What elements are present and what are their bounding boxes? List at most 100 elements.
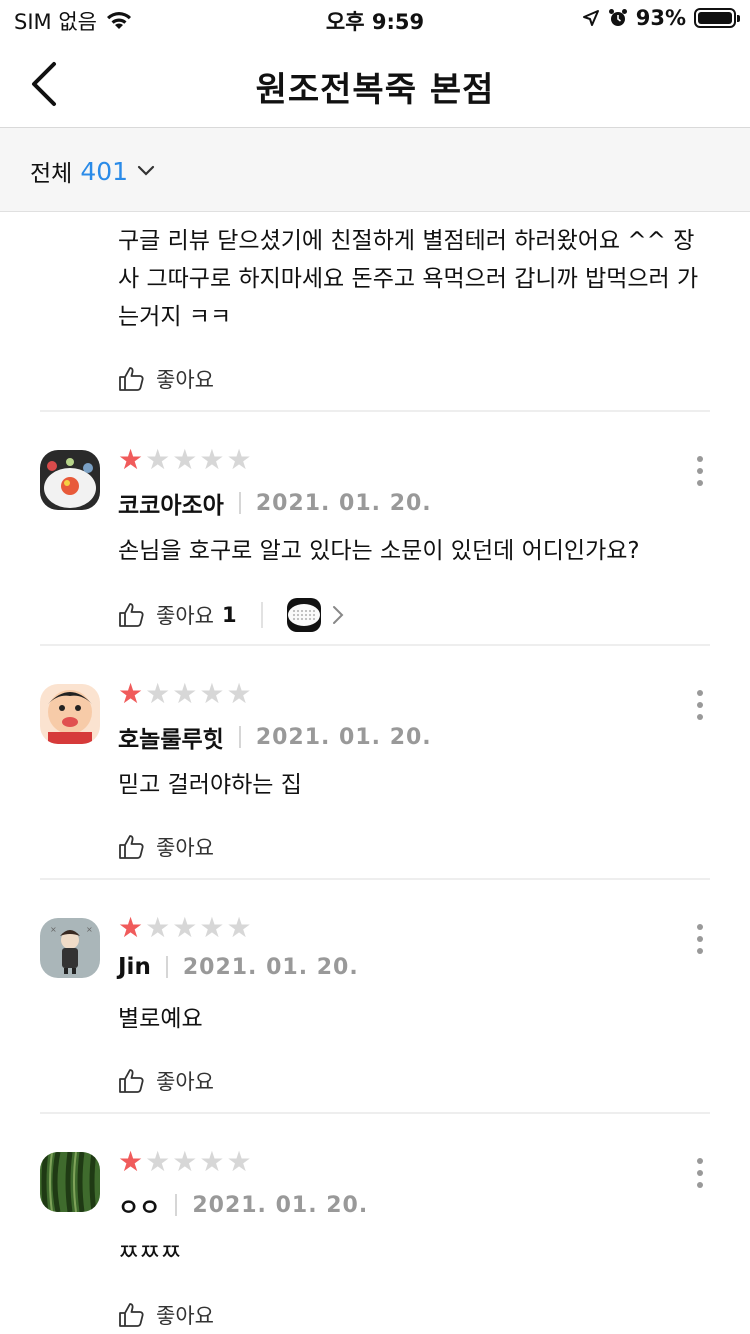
review-text: ㅉㅉㅉ xyxy=(118,1240,182,1266)
divider xyxy=(40,644,710,646)
star-empty-icon: ★ xyxy=(226,677,252,710)
star-empty-icon: ★ xyxy=(199,1145,225,1178)
avatar: × × xyxy=(40,918,100,978)
status-bar: SIM 없음 오후 9:59 93% xyxy=(0,0,750,40)
like-button[interactable]: 좋아요 xyxy=(118,1066,214,1096)
avatar xyxy=(40,684,100,744)
dot xyxy=(697,480,703,486)
star-empty-icon: ★ xyxy=(226,1145,252,1178)
like-label: 좋아요 xyxy=(156,368,214,392)
star-empty-icon: ★ xyxy=(226,443,252,476)
star-rating: ★ ★ ★ ★ ★ xyxy=(118,914,252,942)
like-label: 좋아요 xyxy=(156,1070,214,1094)
star-filled-icon: ★ xyxy=(118,911,144,944)
like-button[interactable]: 좋아요 xyxy=(118,364,214,394)
more-options-button[interactable] xyxy=(690,690,710,720)
dot xyxy=(697,456,703,462)
review-card: ★ ★ ★ ★ ★ ㅇㅇ 2021. 01. 20. ㅉㅉㅉ 좋아요 xyxy=(40,1148,710,1334)
like-count: 1 xyxy=(221,603,237,627)
star-empty-icon: ★ xyxy=(172,443,198,476)
star-empty-icon: ★ xyxy=(226,911,252,944)
review-text: 별로예요 xyxy=(118,1006,203,1032)
review-date: 2021. 01. 20. xyxy=(255,490,432,516)
dot xyxy=(697,924,703,930)
svg-text:×: × xyxy=(86,925,93,934)
star-empty-icon: ★ xyxy=(172,911,198,944)
nav-bar: 원조전복죽 본점 xyxy=(0,40,750,128)
star-empty-icon: ★ xyxy=(199,443,225,476)
star-empty-icon: ★ xyxy=(199,911,225,944)
review-meta: Jin 2021. 01. 20. xyxy=(118,954,359,980)
review-meta: 호놀룰루힛 2021. 01. 20. xyxy=(118,720,432,754)
thumbs-up-icon xyxy=(119,367,144,391)
reviewer-name[interactable]: ㅇㅇ xyxy=(118,1188,160,1222)
review-date: 2021. 01. 20. xyxy=(192,1192,369,1218)
location-arrow-icon xyxy=(582,10,599,26)
more-options-button[interactable] xyxy=(690,1158,710,1188)
star-empty-icon: ★ xyxy=(172,677,198,710)
like-button[interactable]: 좋아요 xyxy=(118,1300,214,1330)
star-empty-icon: ★ xyxy=(145,677,171,710)
like-label: 좋아요 xyxy=(156,604,214,628)
star-rating: ★ ★ ★ ★ ★ xyxy=(118,446,252,474)
reviewer-name[interactable]: Jin xyxy=(118,954,151,980)
review-text: 믿고 걸러야하는 집 xyxy=(118,772,302,798)
review-meta: 코코아조아 2021. 01. 20. xyxy=(118,486,432,520)
star-empty-icon: ★ xyxy=(145,443,171,476)
more-options-button[interactable] xyxy=(690,924,710,954)
avatar xyxy=(40,1152,100,1212)
svg-text:×: × xyxy=(50,925,57,934)
filter-label: 전체 xyxy=(30,161,73,187)
review-card: ★ ★ ★ ★ ★ 코코아조아 2021. 01. 20. 손님을 호구로 알고… xyxy=(40,446,710,636)
star-empty-icon: ★ xyxy=(145,1145,171,1178)
reviewer-name[interactable]: 호놀룰루힛 xyxy=(118,720,224,754)
review-card: ★ ★ ★ ★ ★ 호놀룰루힛 2021. 01. 20. 믿고 걸러야하는 집… xyxy=(40,680,710,870)
meta-separator xyxy=(238,726,241,748)
filter-bar: 전체 401 xyxy=(0,128,750,212)
status-right: 93% xyxy=(582,6,740,30)
chevron-down-icon xyxy=(137,165,155,176)
alarm-icon xyxy=(608,9,627,26)
dot xyxy=(697,1182,703,1188)
thumbs-up-icon xyxy=(119,603,144,627)
star-rating: ★ ★ ★ ★ ★ xyxy=(118,1148,252,1176)
filter-count: 401 xyxy=(80,156,129,186)
like-separator xyxy=(260,602,263,628)
review-card: × × ★ ★ ★ ★ ★ Jin 2021. 01. 20. 별로예요 좋아요 xyxy=(40,914,710,1104)
thumbs-up-icon xyxy=(119,1069,144,1093)
battery-icon xyxy=(694,8,740,28)
dot xyxy=(697,936,703,942)
divider xyxy=(40,1112,710,1114)
star-filled-icon: ★ xyxy=(118,443,144,476)
divider xyxy=(40,878,710,880)
like-button[interactable]: 좋아요 xyxy=(118,832,214,862)
like-button[interactable]: 좋아요 1 xyxy=(118,598,345,632)
review-date: 2021. 01. 20. xyxy=(255,724,432,750)
dot xyxy=(697,948,703,954)
dot xyxy=(697,1158,703,1164)
star-empty-icon: ★ xyxy=(145,911,171,944)
divider xyxy=(40,410,710,412)
dot xyxy=(697,702,703,708)
star-filled-icon: ★ xyxy=(118,1145,144,1178)
review-meta: ㅇㅇ 2021. 01. 20. xyxy=(118,1188,368,1222)
meta-separator xyxy=(238,492,241,514)
star-empty-icon: ★ xyxy=(199,677,225,710)
review-filter-dropdown[interactable]: 전체 401 xyxy=(30,154,156,188)
star-filled-icon: ★ xyxy=(118,677,144,710)
avatar xyxy=(40,450,100,510)
chevron-right-icon[interactable] xyxy=(331,604,345,626)
review-text: 손님을 호구로 알고 있다는 소문이 있던데 어디인가요? xyxy=(118,538,640,564)
thumbs-up-icon xyxy=(119,1303,144,1327)
liker-avatar[interactable] xyxy=(286,598,321,632)
like-label: 좋아요 xyxy=(156,1304,214,1328)
dot xyxy=(697,1170,703,1176)
reviewer-name[interactable]: 코코아조아 xyxy=(118,486,224,520)
dot xyxy=(697,690,703,696)
star-empty-icon: ★ xyxy=(172,1145,198,1178)
review-card-partial: 구글 리뷰 닫으셨기에 친절하게 별점테러 하러왔어요 ^^ 장사 그따구로 하… xyxy=(40,222,710,410)
review-text: 구글 리뷰 닫으셨기에 친절하게 별점테러 하러왔어요 ^^ 장사 그따구로 하… xyxy=(118,228,699,330)
like-label: 좋아요 xyxy=(156,836,214,860)
more-options-button[interactable] xyxy=(690,456,710,486)
battery-percent: 93% xyxy=(635,6,686,30)
